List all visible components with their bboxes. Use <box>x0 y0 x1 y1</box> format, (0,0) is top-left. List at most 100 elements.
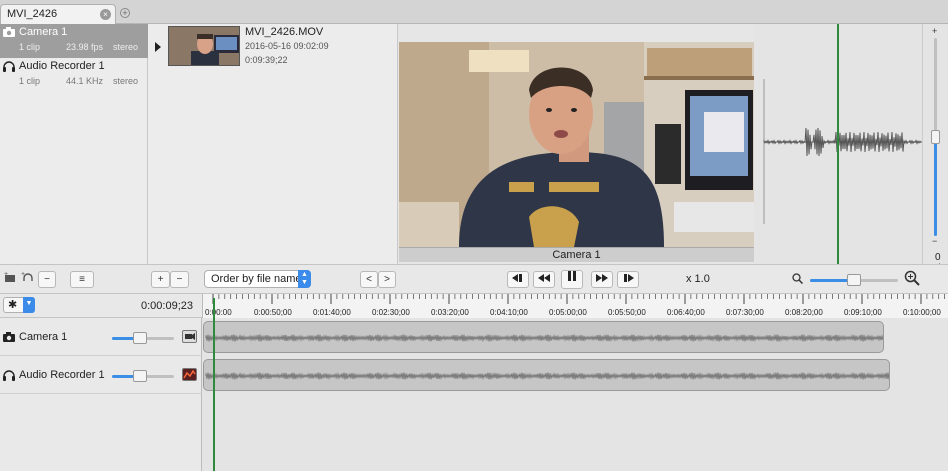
add-camera-icon: + <box>4 271 15 282</box>
ruler-tick-label: 0:00:50;00 <box>254 308 292 317</box>
add-camera-button[interactable]: + <box>3 271 18 288</box>
viewer-label: Camera 1 <box>399 247 754 262</box>
clip-duration: 0:09:39;22 <box>245 55 288 65</box>
ruler-tick-label: 0:07:30;00 <box>726 308 764 317</box>
track-name: Audio Recorder 1 <box>19 369 105 381</box>
previous-button[interactable]: < <box>360 271 378 288</box>
audio-waveform-panel <box>754 24 922 264</box>
tab-bar: MVI_2426 × + <box>0 0 948 24</box>
remove-clip-button[interactable]: − <box>170 271 189 288</box>
source-clip-count: 1 clip <box>19 42 41 52</box>
dropdown-arrows-icon: ▲ ▼ <box>298 270 311 288</box>
track-name: Camera 1 <box>19 331 68 343</box>
clip-list: MVI_2426.MOV 2016-05-16 09:02:09 0:09:39… <box>148 24 398 264</box>
audio-track-icon[interactable] <box>182 368 197 381</box>
track-volume-knob[interactable] <box>132 370 147 382</box>
source-channels: stereo <box>113 76 139 86</box>
ruler-tick-label: 0:04:10;00 <box>490 308 528 317</box>
track-volume-slider[interactable] <box>112 370 174 382</box>
camera-icon <box>3 332 15 345</box>
source-clip-count: 1 clip <box>19 76 41 86</box>
add-tab-icon[interactable]: + <box>120 8 130 18</box>
source-name: Audio Recorder 1 <box>19 60 105 72</box>
viewer-top-area <box>399 24 754 42</box>
track-volume-slider[interactable] <box>112 332 174 344</box>
list-view-button[interactable]: ≡ <box>70 271 94 288</box>
pause-button[interactable] <box>561 270 583 289</box>
add-audio-icon: + <box>21 271 33 281</box>
clip-thumbnail[interactable] <box>168 26 240 66</box>
clip-date: 2016-05-16 09:02:09 <box>245 41 329 51</box>
app-window: MVI_2426 × + Camera 1 1 clip 23.98 fps s… <box>0 0 948 471</box>
ruler-tick-label: 0:05:00;00 <box>549 308 587 317</box>
rewind-icon <box>538 274 550 282</box>
ruler-tick-label: 0:02:30;00 <box>372 308 410 317</box>
timeline-ruler[interactable]: 0:00:00 0:00:50;00 0:01:40;00 0:02:30;00 0:0… <box>202 294 948 318</box>
zoom-slider[interactable] <box>810 274 898 286</box>
ruler-tick-label: 0:06:40;00 <box>667 308 705 317</box>
source-rate: 23.98 fps <box>66 42 104 52</box>
close-icon[interactable]: × <box>100 9 111 20</box>
add-audio-button[interactable]: + <box>20 271 35 288</box>
toolbar: + + − ≡ + − Order by file name ▲ ▼ < > x … <box>0 264 948 294</box>
volume-up-icon: + <box>932 26 938 36</box>
ruler-tick-label: 0:08:20;00 <box>785 308 823 317</box>
volume-down-icon: − <box>932 236 938 246</box>
timeline-tracks: Camera 1 Audio Recorder 1 <box>0 318 948 471</box>
playback-speed: x 1.0 <box>686 273 710 285</box>
expand-arrow-icon[interactable] <box>155 42 161 52</box>
zoom-out-icon[interactable] <box>792 273 804 287</box>
go-to-end-icon <box>624 274 634 282</box>
ruler-tick-label: 0:00:00 <box>205 308 232 317</box>
fast-forward-button[interactable] <box>591 271 613 288</box>
ruler-tick-label: 0:10:00;00 <box>903 308 941 317</box>
ruler-tick-label: 0:09:10;00 <box>844 308 882 317</box>
track-header-camera-1: Camera 1 <box>0 318 202 356</box>
video-track-icon[interactable] <box>182 330 197 343</box>
chevron-down-icon: ▼ <box>23 297 35 313</box>
settings-menu-button[interactable]: ✱ ▼ <box>3 297 35 313</box>
waveform <box>763 24 922 264</box>
ruler-tick-label: 0:01:40;00 <box>313 308 351 317</box>
zoom-slider-knob[interactable] <box>847 274 861 286</box>
svg-text:+: + <box>21 271 25 278</box>
camera-icon <box>3 27 15 37</box>
track-volume-knob[interactable] <box>132 332 147 344</box>
tab-title: MVI_2426 <box>7 8 58 20</box>
timeline-playhead[interactable] <box>213 298 215 471</box>
source-item-camera-1[interactable]: Camera 1 1 clip 23.98 fps stereo <box>0 24 148 58</box>
svg-text:+: + <box>4 271 8 278</box>
source-list: Camera 1 1 clip 23.98 fps stereo Audio R… <box>0 24 148 264</box>
pause-icon <box>568 271 576 281</box>
next-button[interactable]: > <box>378 271 396 288</box>
audio-clip-audio-recorder-1[interactable] <box>203 359 890 391</box>
source-name: Camera 1 <box>19 26 68 38</box>
rewind-button[interactable] <box>533 271 555 288</box>
sort-order-label: Order by file name <box>211 273 302 285</box>
video-frame <box>399 42 754 247</box>
fast-forward-icon <box>596 274 608 282</box>
zoom-in-icon[interactable] <box>904 270 920 289</box>
timeline-header: ✱ ▼ 0:00:09;23 0:00:00 0:00:50;00 0:01:40;… <box>0 294 948 318</box>
track-header-empty <box>0 394 202 471</box>
video-viewer[interactable] <box>399 42 754 247</box>
timecode-display: 0:00:09;23 <box>141 300 193 312</box>
volume-slider-knob[interactable] <box>931 130 940 144</box>
remove-source-button[interactable]: − <box>38 271 56 288</box>
headphones-icon <box>3 370 15 384</box>
go-to-start-icon <box>512 274 522 282</box>
track-header-audio-recorder-1: Audio Recorder 1 <box>0 356 202 394</box>
headphones-icon <box>3 61 15 72</box>
clip-name: MVI_2426.MOV <box>245 26 324 38</box>
sort-order-dropdown[interactable]: Order by file name ▲ ▼ <box>204 270 311 288</box>
go-to-start-button[interactable] <box>507 271 529 288</box>
tab-mvi-2426[interactable]: MVI_2426 × <box>0 4 116 24</box>
go-to-end-button[interactable] <box>617 271 639 288</box>
source-channels: stereo <box>113 42 139 52</box>
gear-icon: ✱ <box>8 299 18 311</box>
add-clip-button[interactable]: + <box>151 271 170 288</box>
video-clip-camera-1[interactable] <box>203 321 884 353</box>
source-rate: 44.1 KHz <box>66 76 104 86</box>
ruler-tick-label: 0:03:20;00 <box>431 308 469 317</box>
source-item-audio-recorder-1[interactable]: Audio Recorder 1 1 clip 44.1 KHz stereo <box>0 58 148 92</box>
